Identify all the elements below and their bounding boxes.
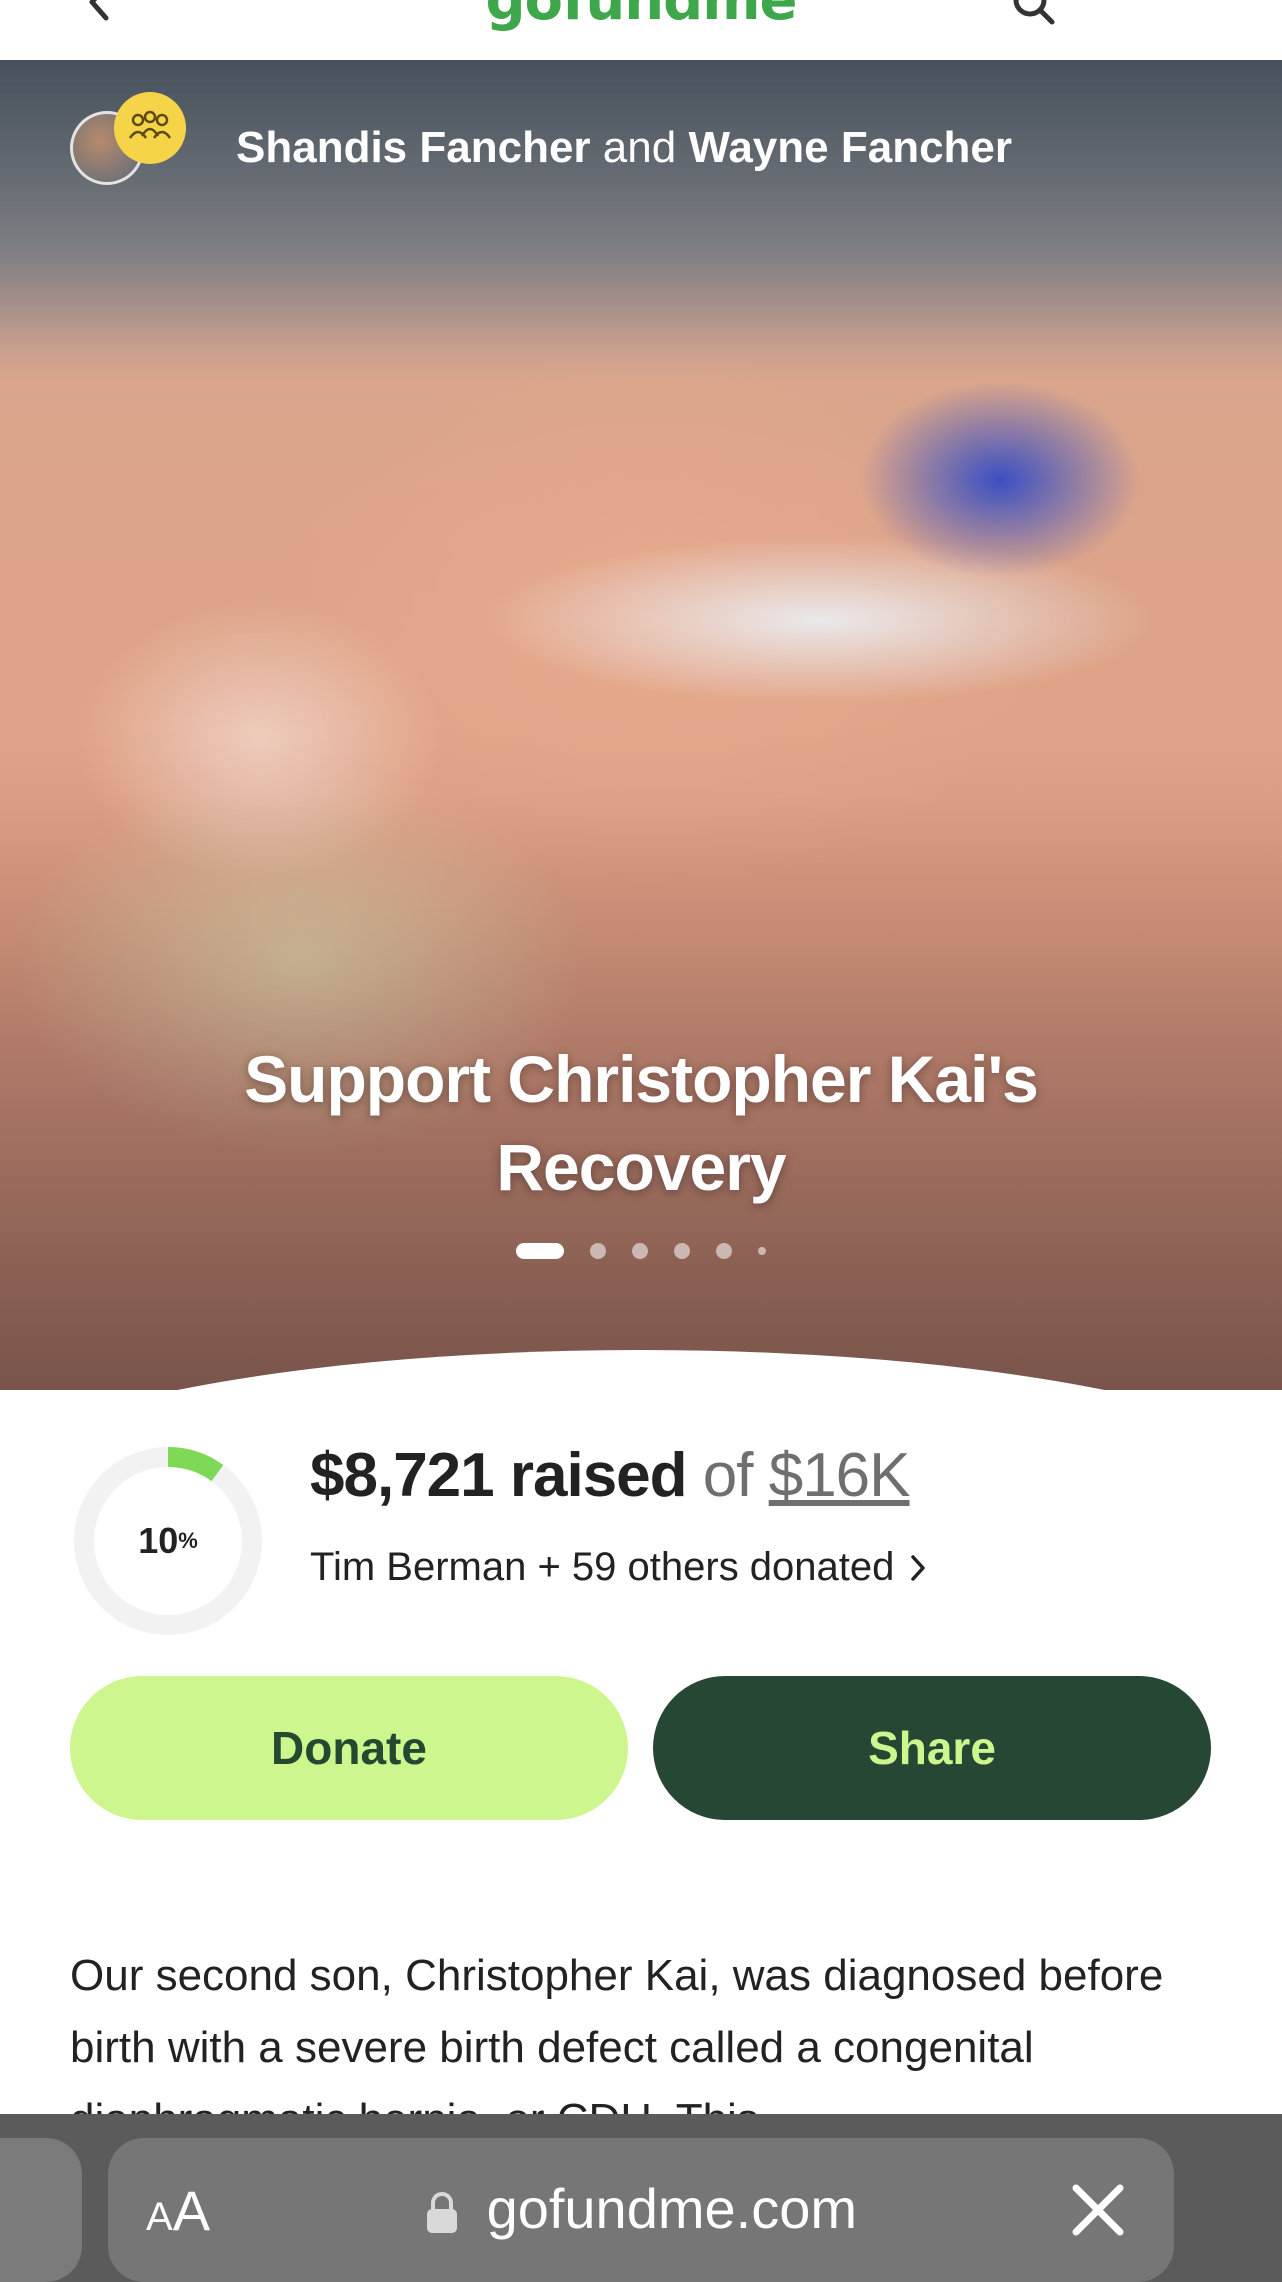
share-button[interactable]: Share	[653, 1676, 1211, 1820]
chevron-right-icon	[911, 1554, 926, 1581]
progress-percent-symbol: %	[178, 1528, 198, 1553]
progress-ring: 10%	[70, 1443, 266, 1639]
donors-link[interactable]: Tim Berman + 59 others donated	[310, 1545, 928, 1590]
carousel-dots[interactable]	[0, 1243, 1282, 1259]
top-nav-bar: gofundme	[0, 0, 1282, 60]
browser-toolbar: AA gofundme.com	[0, 2114, 1282, 2282]
goal-amount[interactable]: $16K	[769, 1441, 911, 1510]
carousel-dot[interactable]	[590, 1243, 606, 1259]
organizer-joiner: and	[602, 123, 677, 172]
raised-of-label: of	[702, 1441, 754, 1510]
carousel-dot[interactable]	[758, 1247, 766, 1255]
close-icon[interactable]	[1062, 2174, 1134, 2246]
carousel-dot[interactable]	[632, 1243, 648, 1259]
address-bar[interactable]: AA gofundme.com	[108, 2138, 1174, 2282]
carousel-dot[interactable]	[716, 1243, 732, 1259]
campaign-title: Support Christopher Kai's Recovery	[244, 1042, 1039, 1204]
hero-image[interactable]: Shandis Fancher and Wayne Fancher Suppor…	[0, 60, 1282, 1390]
carousel-dot[interactable]	[674, 1243, 690, 1259]
carousel-dot-active[interactable]	[516, 1243, 564, 1259]
previous-tab[interactable]	[0, 2138, 82, 2282]
lock-icon	[427, 2192, 457, 2234]
amount-raised: $8,721 raised of $16K	[310, 1440, 911, 1511]
progress-percent: 10%	[70, 1443, 266, 1639]
url-display[interactable]: gofundme.com	[108, 2176, 1174, 2241]
progress-percent-value: 10	[138, 1520, 179, 1561]
organizer-primary[interactable]: Shandis Fancher	[236, 123, 591, 172]
organizer-secondary[interactable]: Wayne Fancher	[688, 123, 1012, 172]
donate-button[interactable]: Donate	[70, 1676, 628, 1820]
search-icon[interactable]	[1010, 0, 1056, 26]
gofundme-logo[interactable]: gofundme	[0, 0, 1282, 33]
organizer-row[interactable]: Shandis Fancher and Wayne Fancher	[70, 92, 1012, 188]
organizer-names: Shandis Fancher and Wayne Fancher	[236, 123, 1012, 173]
raised-amount: $8,721 raised	[310, 1441, 688, 1510]
team-icon	[114, 92, 186, 164]
donors-text: Tim Berman + 59 others donated	[310, 1545, 895, 1589]
url-text: gofundme.com	[486, 2177, 857, 2240]
